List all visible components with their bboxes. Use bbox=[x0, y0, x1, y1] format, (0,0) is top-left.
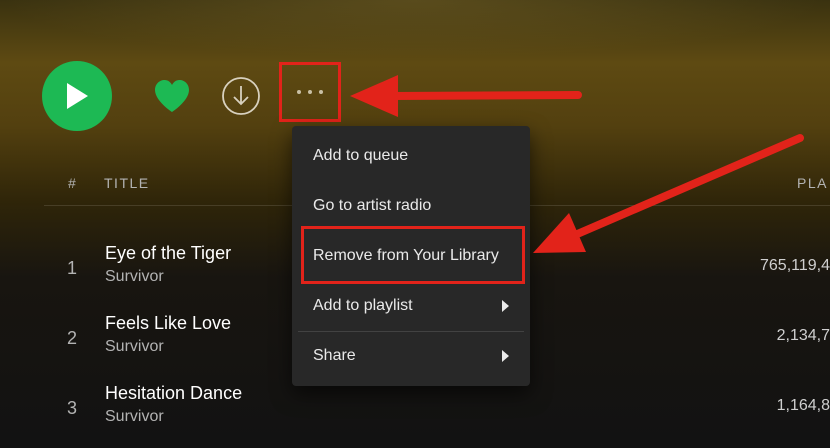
download-icon[interactable] bbox=[221, 76, 261, 116]
track-title[interactable]: Feels Like Love bbox=[105, 313, 231, 334]
menu-item-share[interactable]: Share bbox=[292, 336, 530, 376]
header-gradient bbox=[0, 0, 830, 60]
track-number: 1 bbox=[67, 258, 78, 278]
play-icon bbox=[67, 83, 88, 109]
menu-item-label: Add to queue bbox=[313, 147, 409, 164]
menu-divider bbox=[298, 331, 524, 332]
submenu-arrow-icon bbox=[502, 350, 509, 362]
track-row[interactable]: 3 Hesitation Dance Survivor 1,164,8 bbox=[0, 383, 830, 445]
submenu-arrow-icon bbox=[502, 300, 509, 312]
track-artist[interactable]: Survivor bbox=[105, 408, 164, 426]
track-title[interactable]: Hesitation Dance bbox=[105, 383, 242, 404]
menu-item-artist-radio[interactable]: Go to artist radio bbox=[292, 186, 530, 226]
track-plays: 765,119,4 bbox=[760, 257, 830, 274]
play-button[interactable] bbox=[42, 61, 112, 131]
more-options-icon bbox=[297, 90, 323, 94]
menu-item-label: Add to playlist bbox=[313, 297, 413, 314]
menu-item-label: Go to artist radio bbox=[313, 197, 432, 214]
track-plays: 2,134,7 bbox=[776, 327, 830, 344]
annotation-arrow-more bbox=[350, 75, 582, 117]
column-plays: PLA bbox=[797, 175, 828, 191]
column-number: # bbox=[68, 175, 78, 191]
menu-item-add-to-queue[interactable]: Add to queue bbox=[292, 136, 530, 176]
heart-icon[interactable] bbox=[153, 79, 191, 113]
track-plays: 1,164,8 bbox=[776, 397, 830, 414]
track-artist[interactable]: Survivor bbox=[105, 338, 164, 356]
annotation-highlight-box bbox=[301, 226, 525, 284]
track-number: 2 bbox=[67, 328, 78, 348]
column-title: TITLE bbox=[104, 175, 150, 191]
track-title[interactable]: Eye of the Tiger bbox=[105, 243, 231, 264]
more-options-button[interactable] bbox=[279, 62, 341, 122]
track-number: 3 bbox=[67, 398, 78, 418]
menu-item-add-to-playlist[interactable]: Add to playlist bbox=[292, 286, 530, 326]
track-artist[interactable]: Survivor bbox=[105, 268, 164, 286]
menu-item-label: Share bbox=[313, 347, 356, 364]
